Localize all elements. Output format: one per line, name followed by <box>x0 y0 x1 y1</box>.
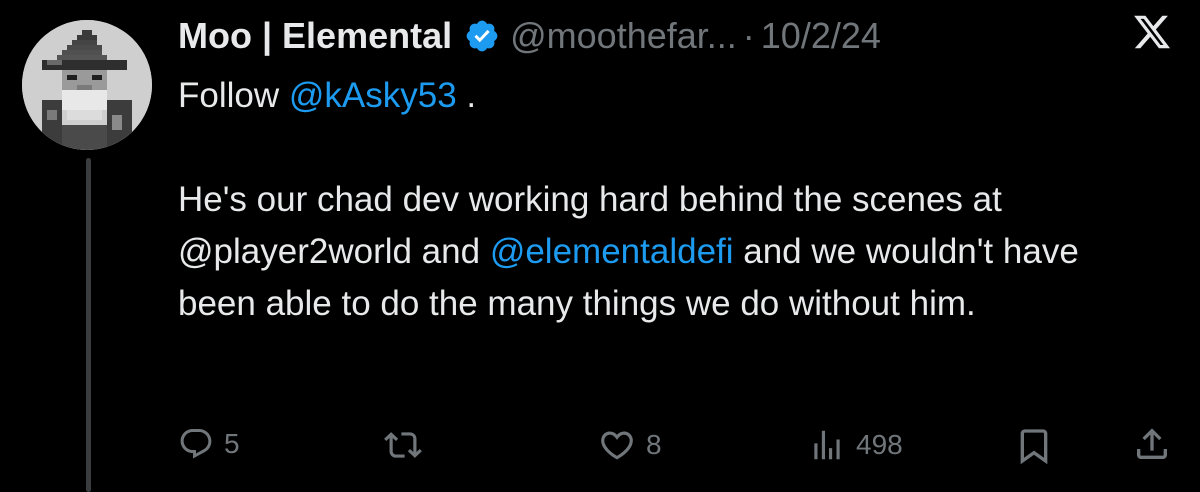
heart-icon <box>601 431 633 460</box>
avatar[interactable] <box>22 20 152 150</box>
tweet-line-follow: Follow @kAsky53 . <box>178 70 1178 122</box>
mention-link-kasky53[interactable]: @kAsky53 <box>289 76 457 115</box>
like-count: 8 <box>646 429 662 460</box>
tweet-date[interactable]: 10/2/24 <box>761 15 881 57</box>
bookmark-icon <box>1020 429 1048 465</box>
retweet-icon <box>384 432 422 458</box>
views-button[interactable]: 498 <box>808 426 903 464</box>
header-separator: · <box>742 15 755 56</box>
author-handle[interactable]: @moothefar... <box>510 15 737 57</box>
views-chart-icon <box>814 430 840 460</box>
follow-suffix: . <box>456 76 477 115</box>
reply-icon <box>180 429 212 459</box>
reply-button[interactable]: 5 <box>178 426 240 462</box>
share-button[interactable] <box>1132 424 1172 464</box>
follow-text: Follow <box>178 76 289 115</box>
author-display-name[interactable]: Moo | Elemental <box>178 15 452 57</box>
like-button[interactable]: 8 <box>598 426 662 464</box>
retweet-button[interactable] <box>384 426 422 464</box>
reply-count: 5 <box>224 428 240 459</box>
mention-link-elementaldefi[interactable]: @elementaldefi <box>490 232 734 271</box>
tweet-body: Follow @kAsky53 . He's our chad dev work… <box>178 70 1178 330</box>
wizard-avatar-icon <box>22 20 152 150</box>
views-count: 498 <box>856 429 903 460</box>
x-logo-icon <box>1132 12 1172 52</box>
tweet-header: Moo | Elemental @moothefar... · 10/2/24 <box>178 10 1018 62</box>
bookmark-button[interactable] <box>1014 426 1054 466</box>
tweet-paragraph: He's our chad dev working hard behind th… <box>178 174 1158 330</box>
verified-badge-icon[interactable] <box>464 18 500 54</box>
share-icon <box>1137 428 1167 459</box>
thread-line <box>86 158 91 492</box>
action-bar: 5 8 498 <box>178 420 1178 470</box>
